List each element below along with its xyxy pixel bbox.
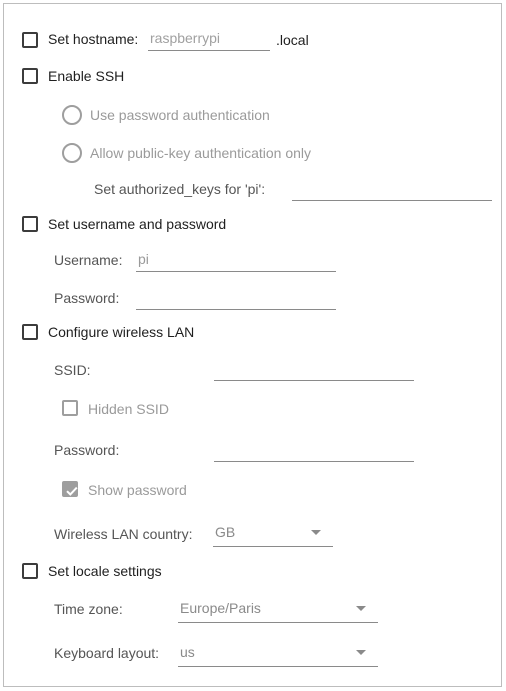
password-auth-label: Use password authentication: [90, 107, 270, 123]
wlan-country-label: Wireless LAN country:: [54, 526, 193, 542]
hostname-input[interactable]: [148, 27, 272, 49]
checkmark-icon: [66, 486, 78, 496]
show-password-label: Show password: [88, 482, 187, 498]
wlan-password-input[interactable]: [214, 438, 416, 460]
set-hostname-checkbox[interactable]: [22, 32, 38, 48]
ssid-input[interactable]: [214, 357, 416, 379]
authorized-keys-input[interactable]: [292, 177, 494, 199]
user-password-input[interactable]: [136, 286, 338, 308]
set-user-checkbox[interactable]: [22, 216, 38, 232]
username-input[interactable]: [136, 248, 338, 270]
keyboard-layout-label: Keyboard layout:: [54, 645, 160, 661]
timezone-label: Time zone:: [54, 601, 123, 617]
enable-ssh-checkbox[interactable]: [22, 68, 38, 84]
set-locale-label: Set locale settings: [48, 563, 162, 579]
keyboard-layout-value: us: [180, 644, 195, 660]
enable-ssh-label: Enable SSH: [48, 68, 125, 84]
timezone-select[interactable]: Europe/Paris: [178, 597, 378, 623]
set-user-label: Set username and password: [48, 216, 227, 232]
pubkey-auth-label: Allow public-key authentication only: [90, 145, 312, 161]
chevron-down-icon: [311, 530, 321, 535]
set-locale-checkbox[interactable]: [22, 563, 38, 579]
wlan-password-label: Password:: [54, 442, 120, 458]
authorized-keys-label: Set authorized_keys for 'pi':: [94, 181, 266, 197]
ssid-label: SSID:: [54, 362, 91, 378]
show-password-checkbox[interactable]: [62, 481, 78, 497]
configure-wlan-checkbox[interactable]: [22, 324, 38, 340]
ssid-field[interactable]: [214, 357, 416, 381]
password-auth-radio[interactable]: [62, 105, 82, 125]
hostname-field[interactable]: [148, 27, 272, 51]
user-password-field[interactable]: [136, 286, 338, 310]
timezone-value: Europe/Paris: [180, 600, 261, 616]
chevron-down-icon: [356, 606, 366, 611]
user-password-label: Password:: [54, 290, 120, 306]
wlan-country-value: GB: [215, 524, 236, 540]
authorized-keys-field[interactable]: [292, 177, 494, 201]
wlan-country-select[interactable]: GB: [213, 521, 333, 547]
configure-wlan-label: Configure wireless LAN: [48, 324, 195, 340]
hidden-ssid-checkbox[interactable]: [62, 400, 78, 416]
pubkey-auth-radio[interactable]: [62, 143, 82, 163]
set-hostname-label: Set hostname:: [48, 31, 139, 47]
keyboard-layout-select[interactable]: us: [178, 641, 378, 667]
username-label: Username:: [54, 252, 123, 268]
hostname-suffix: .local: [276, 32, 309, 48]
chevron-down-icon: [356, 650, 366, 655]
hidden-ssid-label: Hidden SSID: [88, 401, 169, 417]
username-field[interactable]: [136, 248, 338, 272]
wlan-password-field[interactable]: [214, 438, 416, 462]
